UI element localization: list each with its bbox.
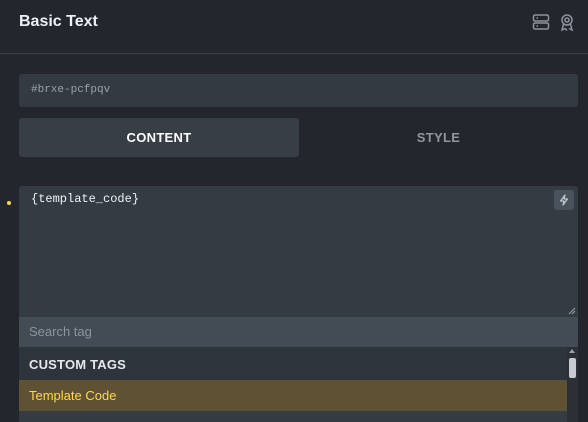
dropdown-scrollbar[interactable] bbox=[567, 347, 578, 422]
resize-handle-icon[interactable] bbox=[568, 307, 576, 315]
element-id-field[interactable]: #brxe-pcfpqv bbox=[19, 74, 578, 107]
editor-content[interactable]: {template_code} bbox=[31, 192, 139, 206]
tab-style[interactable]: STYLE bbox=[299, 118, 578, 157]
panel-header: Basic Text bbox=[0, 0, 588, 54]
panel-title: Basic Text bbox=[19, 13, 98, 30]
tag-dropdown: CUSTOM TAGS Template Code bbox=[19, 347, 578, 422]
list-item[interactable] bbox=[19, 411, 567, 422]
text-editor[interactable]: {template_code} bbox=[19, 186, 578, 317]
scroll-up-icon[interactable] bbox=[569, 349, 575, 353]
scrollbar-thumb[interactable] bbox=[569, 358, 576, 378]
dynamic-data-button[interactable] bbox=[554, 190, 574, 210]
badge-icon[interactable] bbox=[557, 12, 577, 32]
server-icon[interactable] bbox=[531, 12, 551, 32]
dropdown-group-label: CUSTOM TAGS bbox=[29, 357, 127, 372]
bolt-icon bbox=[559, 194, 569, 206]
list-item-template-code[interactable]: Template Code bbox=[19, 380, 567, 411]
tag-search-input[interactable]: Search tag bbox=[19, 317, 578, 347]
modified-indicator-dot bbox=[7, 201, 11, 205]
tab-content[interactable]: CONTENT bbox=[19, 118, 299, 157]
